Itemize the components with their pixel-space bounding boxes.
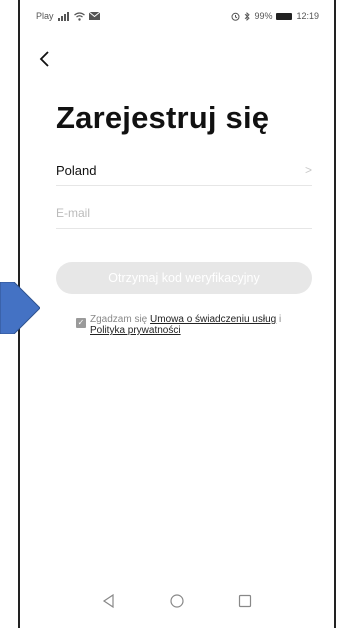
carrier-label: Play: [36, 11, 54, 21]
country-value: Poland: [56, 162, 97, 178]
system-nav-bar: [18, 586, 336, 616]
wifi-icon: [73, 11, 85, 21]
privacy-policy-link[interactable]: Polityka prywatności: [90, 325, 181, 336]
mail-icon: [88, 12, 100, 20]
chevron-right-icon: >: [304, 163, 312, 177]
status-bar: Play 99% 12:19: [36, 8, 319, 24]
triangle-back-icon[interactable]: [100, 592, 118, 610]
email-row: [56, 198, 312, 229]
battery-icon: [276, 12, 293, 20]
circle-home-icon[interactable]: [168, 592, 186, 610]
square-recent-icon[interactable]: [236, 592, 254, 610]
agreement: ✓ Zgadzam się Umowa o świadczeniu usług …: [76, 314, 316, 336]
country-selector[interactable]: Poland >: [56, 155, 312, 186]
clock: 12:19: [296, 11, 319, 21]
agreement-prefix: Zgadzam się: [90, 314, 151, 325]
bluetooth-icon: [245, 11, 251, 21]
agreement-checkbox[interactable]: ✓: [76, 318, 86, 328]
back-chevron-icon[interactable]: [38, 50, 52, 68]
alarm-icon: [231, 12, 240, 21]
email-input[interactable]: [56, 206, 312, 220]
terms-of-service-link[interactable]: Umowa o świadczeniu usług: [150, 314, 276, 325]
battery-percent: 99%: [254, 11, 273, 21]
agreement-separator: i: [276, 314, 282, 325]
signal-icon: [57, 11, 69, 21]
blue-arrow-icon: [0, 282, 40, 334]
page-title: Zarejestruj się: [56, 100, 270, 135]
get-verification-code-button[interactable]: Otrzymaj kod weryfikacyjny: [56, 262, 312, 294]
